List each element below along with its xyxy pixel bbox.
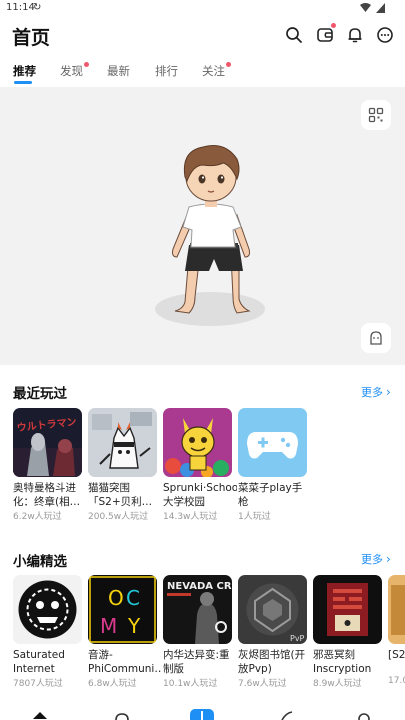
- game-name: 内华达异变:重制版: [163, 649, 230, 675]
- game-name: [S2]…饰日…: [388, 649, 405, 661]
- wifi-icon: [360, 3, 371, 12]
- pick-game-card[interactable]: O C M Y 音游-PhiCommuni… 6.8w人玩过: [88, 575, 162, 689]
- pick-game-card[interactable]: NEVADA CRISIS 内华达异变:重制版 10.1w人玩过: [163, 575, 232, 689]
- avatar-character[interactable]: [145, 137, 275, 337]
- thumb-letter-o: O: [108, 586, 124, 610]
- active-tab-indicator: [14, 81, 32, 84]
- tab-ranking[interactable]: 排行: [155, 63, 178, 79]
- gamepad-icon[interactable]: [114, 711, 130, 720]
- game-thumbnail: [388, 575, 405, 644]
- game-name: Saturated Internet（DE…: [13, 649, 65, 675]
- game-thumbnail: [313, 575, 382, 644]
- game-name: 奥特曼格斗进化：终章(相…: [13, 482, 81, 508]
- avatar-stage[interactable]: [0, 87, 405, 365]
- status-bar: 11:14 ↻: [0, 0, 405, 16]
- game-plays: 6.8w人玩过: [88, 679, 137, 689]
- game-thumbnail: O C M Y: [88, 575, 157, 644]
- game-name: 邪恶冥刻Inscryption: [313, 649, 372, 675]
- more-label: 更多: [361, 386, 383, 399]
- game-thumbnail: [13, 575, 82, 644]
- game-name: 灰烬图书馆(开放Pvp): [238, 649, 306, 675]
- tab-latest[interactable]: 最新: [107, 63, 130, 79]
- qr-code-icon: [368, 107, 384, 123]
- picks-section-title: 小编精选: [13, 554, 67, 570]
- game-plays: 6.2w人玩过: [13, 512, 62, 522]
- pick-game-card[interactable]: Saturated Internet（DE… 7807人玩过: [13, 575, 82, 689]
- sync-icon: ↻: [33, 2, 42, 13]
- thumb-pvp-text: PvP: [290, 634, 305, 643]
- picks-more-link[interactable]: 更多 ›: [361, 551, 391, 567]
- page-title: 首页: [12, 27, 51, 49]
- game-name: 猫猫突围「S2+贝利…: [88, 482, 153, 508]
- game-thumbnail: PvP: [238, 575, 307, 644]
- recent-more-link[interactable]: 更多 ›: [361, 384, 391, 400]
- tab-badge: [226, 62, 231, 67]
- game-thumbnail: [238, 408, 307, 477]
- game-name: Sprunki·Schooke大学校园: [163, 482, 237, 508]
- chat-icon[interactable]: [375, 25, 395, 45]
- thumb-nevada-text: NEVADA CRISIS: [167, 581, 232, 592]
- game-thumbnail: [163, 408, 232, 477]
- pick-game-card[interactable]: [S2]…饰日… 17.0…: [388, 575, 405, 686]
- wallet-icon[interactable]: [315, 23, 336, 45]
- feather-icon[interactable]: [278, 711, 294, 720]
- game-plays: 8.9w人玩过: [313, 679, 362, 689]
- qr-scan-button[interactable]: [361, 100, 391, 130]
- game-name: 菜菜子play手枪: [238, 482, 303, 508]
- game-thumbnail: [88, 408, 157, 477]
- recent-game-card[interactable]: 猫猫突围「S2+贝利… 200.5w人玩过: [88, 408, 157, 522]
- game-plays: 7807人玩过: [13, 679, 63, 689]
- pick-game-card[interactable]: 邪恶冥刻Inscryption 8.9w人玩过: [313, 575, 382, 689]
- game-plays: 1人玩过: [238, 512, 271, 522]
- bell-icon[interactable]: [345, 25, 365, 45]
- game-plays: 200.5w人玩过: [88, 512, 149, 522]
- game-name: 音游-PhiCommuni…: [88, 649, 162, 675]
- avatar-edit-button[interactable]: [361, 323, 391, 353]
- game-thumbnail: NEVADA CRISIS: [163, 575, 232, 644]
- home-icon[interactable]: [32, 711, 48, 720]
- tab-label: 关注: [202, 64, 225, 78]
- tab-recommend[interactable]: 推荐: [13, 63, 36, 79]
- tab-bar: 推荐 发现 最新 排行 关注: [0, 60, 405, 86]
- app-header: 首页: [0, 18, 405, 54]
- thumb-letter-c: C: [126, 586, 140, 610]
- game-thumbnail: ウルトラマン: [13, 408, 82, 477]
- thumb-letter-y: Y: [127, 614, 141, 638]
- create-button[interactable]: [190, 709, 214, 720]
- recent-section-title: 最近玩过: [13, 386, 67, 402]
- tab-following[interactable]: 关注: [202, 62, 231, 79]
- thumb-letter-m: M: [100, 614, 117, 638]
- tab-discover[interactable]: 发现: [60, 62, 89, 79]
- wallet-badge: [331, 23, 336, 28]
- more-label: 更多: [361, 553, 383, 566]
- game-plays: 10.1w人玩过: [163, 679, 218, 689]
- recent-game-card[interactable]: ウルトラマン 奥特曼格斗进化：终章(相… 6.2w人玩过: [13, 408, 82, 522]
- tab-label: 发现: [60, 64, 83, 78]
- profile-icon[interactable]: [356, 711, 372, 720]
- chevron-right-icon: ›: [386, 385, 391, 399]
- search-icon[interactable]: [284, 25, 304, 45]
- game-plays: 14.3w人玩过: [163, 512, 218, 522]
- tab-badge: [84, 62, 89, 67]
- recent-game-card[interactable]: Sprunki·Schooke大学校园 14.3w人玩过: [163, 408, 237, 522]
- chevron-right-icon: ›: [386, 552, 391, 566]
- status-time: 11:14: [6, 2, 35, 13]
- game-plays: 17.0…: [388, 676, 405, 686]
- pick-game-card[interactable]: PvP 灰烬图书馆(开放Pvp) 7.6w人玩过: [238, 575, 307, 689]
- recent-game-card[interactable]: 菜菜子play手枪 1人玩过: [238, 408, 307, 522]
- battery-icon: [376, 3, 385, 13]
- avatar-head-icon: [370, 331, 382, 345]
- game-plays: 7.6w人玩过: [238, 679, 287, 689]
